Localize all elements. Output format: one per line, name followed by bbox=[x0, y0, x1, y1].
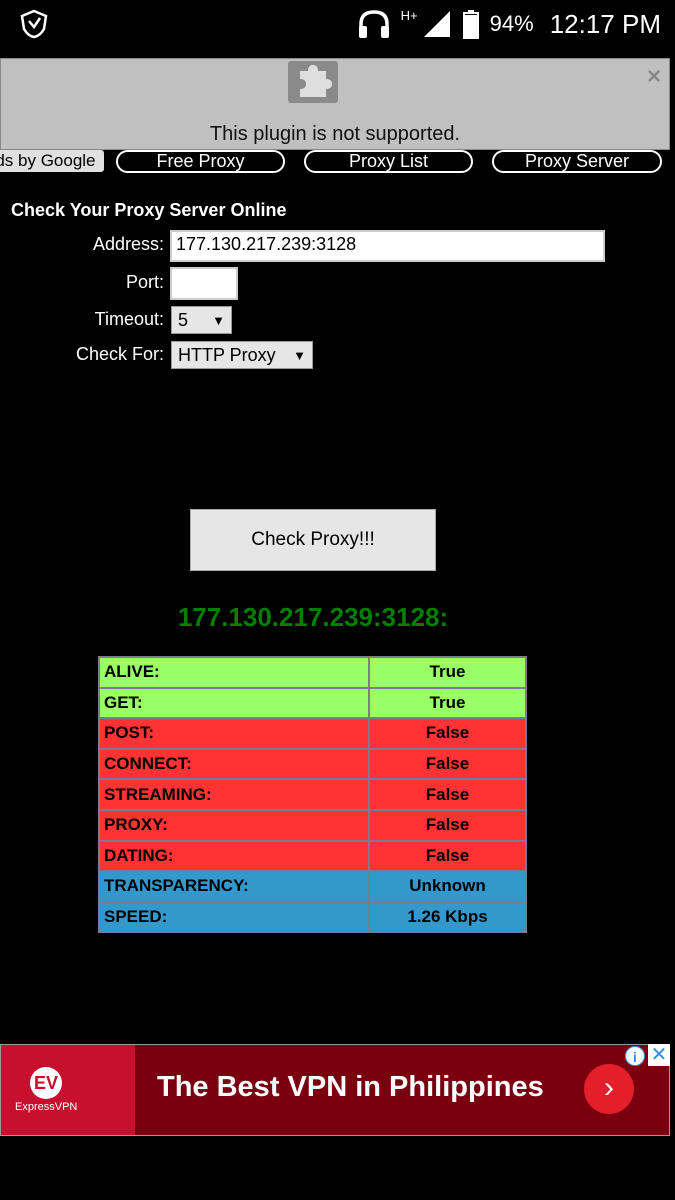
result-label: POST: bbox=[98, 717, 370, 750]
ad-logo: EV ExpressVPN bbox=[1, 1045, 135, 1135]
ad-brand: ExpressVPN bbox=[15, 1101, 78, 1113]
nav-proxy-server[interactable]: Proxy Server bbox=[492, 150, 662, 173]
result-value: 1.26 Kbps bbox=[368, 900, 527, 934]
table-row: PROXY: False bbox=[98, 808, 527, 842]
ad-go-arrow-icon[interactable]: › bbox=[584, 1064, 634, 1114]
table-row: POST: False bbox=[98, 717, 527, 750]
ad-headline: The Best VPN in Philippines bbox=[157, 1071, 544, 1103]
result-title: 177.130.217.239:3128: bbox=[177, 602, 449, 632]
table-row: ALIVE: True bbox=[98, 656, 527, 689]
result-value: True bbox=[368, 686, 527, 720]
battery-percent: 94% bbox=[489, 11, 534, 36]
form-title: Check Your Proxy Server Online bbox=[11, 200, 287, 220]
ad-close-icon[interactable]: ✕ bbox=[648, 1044, 670, 1066]
nav-proxy-list[interactable]: Proxy List bbox=[304, 150, 473, 173]
timeout-select[interactable]: 5 ▼ bbox=[171, 306, 232, 334]
nav-free-proxy[interactable]: Free Proxy bbox=[116, 150, 285, 173]
headphones-icon bbox=[358, 10, 389, 38]
table-row: DATING: False bbox=[98, 839, 527, 873]
result-table: ALIVE: True GET: True POST: False CONNECT: Fals… bbox=[98, 656, 527, 934]
result-label: ALIVE: bbox=[98, 656, 370, 689]
check-for-value: HTTP Proxy bbox=[178, 344, 276, 365]
result-value: Unknown bbox=[368, 870, 527, 903]
table-row: STREAMING: False bbox=[98, 778, 527, 811]
result-value: True bbox=[368, 656, 527, 689]
table-row: SPEED: 1.26 Kbps bbox=[98, 900, 527, 934]
result-label: TRANSPARENCY: bbox=[98, 870, 370, 903]
table-row: CONNECT: False bbox=[98, 747, 527, 781]
address-input[interactable]: 177.130.217.239:3128 bbox=[170, 230, 605, 262]
result-label: DATING: bbox=[98, 839, 370, 873]
status-bar: H+ 94% 12:17 PM bbox=[0, 0, 675, 48]
chevron-down-icon: ▼ bbox=[212, 312, 225, 328]
shield-app-icon bbox=[20, 9, 48, 39]
expressvpn-logo-icon: EV bbox=[30, 1067, 62, 1099]
result-value: False bbox=[368, 778, 527, 811]
plugin-placeholder: This plugin is not supported. × bbox=[0, 58, 670, 150]
result-value: False bbox=[368, 747, 527, 781]
address-value: 177.130.217.239:3128 bbox=[176, 234, 357, 254]
puzzle-piece-icon bbox=[288, 61, 338, 103]
ad-info-icon[interactable]: i bbox=[625, 1046, 645, 1066]
table-row: TRANSPARENCY: Unknown bbox=[98, 870, 527, 903]
port-input[interactable] bbox=[170, 267, 238, 300]
result-label: CONNECT: bbox=[98, 747, 370, 781]
result-value: False bbox=[368, 839, 527, 873]
result-value: False bbox=[368, 717, 527, 750]
plugin-message: This plugin is not supported. bbox=[209, 123, 461, 145]
result-label: GET: bbox=[98, 686, 370, 720]
port-label: Port: bbox=[125, 272, 164, 292]
clock: 12:17 PM bbox=[549, 8, 661, 39]
check-for-label: Check For: bbox=[75, 344, 164, 364]
signal-icon bbox=[423, 11, 450, 37]
result-value: False bbox=[368, 808, 527, 842]
ads-by-google-label: Ads by Google bbox=[0, 151, 96, 170]
address-label: Address: bbox=[92, 234, 164, 254]
ad-banner[interactable]: EV ExpressVPN The Best VPN in Philippine… bbox=[0, 1044, 670, 1136]
check-for-select[interactable]: HTTP Proxy ▼ bbox=[171, 341, 313, 369]
table-row: GET: True bbox=[98, 686, 527, 720]
chevron-down-icon: ▼ bbox=[293, 347, 306, 363]
timeout-label: Timeout: bbox=[94, 309, 164, 329]
plugin-close-button[interactable]: × bbox=[647, 63, 661, 91]
result-label: PROXY: bbox=[98, 808, 370, 842]
battery-icon bbox=[462, 10, 479, 39]
result-label: SPEED: bbox=[98, 900, 370, 934]
check-proxy-button[interactable]: Check Proxy!!! bbox=[190, 509, 436, 571]
timeout-value: 5 bbox=[178, 309, 189, 330]
ads-by-google-link[interactable]: Ads by Google bbox=[0, 150, 104, 172]
network-type: H+ bbox=[400, 7, 418, 23]
result-label: STREAMING: bbox=[98, 778, 370, 811]
